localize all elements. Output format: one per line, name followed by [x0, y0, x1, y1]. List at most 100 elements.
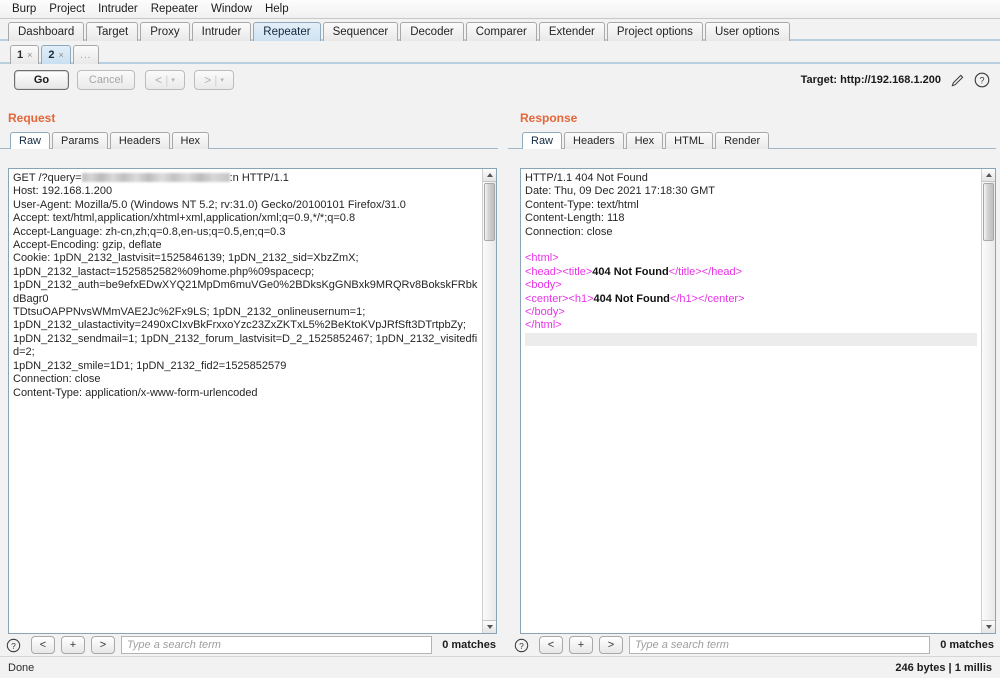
scrollbar-thumb[interactable] — [484, 183, 495, 241]
forward-button[interactable]: > | ▾ — [194, 70, 234, 90]
tab-project-options[interactable]: Project options — [606, 22, 703, 41]
scroll-down-button[interactable] — [982, 620, 995, 633]
pencil-icon[interactable] — [950, 73, 965, 88]
response-editor-wrap: HTTP/1.1 404 Not Found Date: Thu, 09 Dec … — [520, 168, 996, 634]
request-line: Accept: text/html,application/xhtml+xml,… — [13, 212, 356, 225]
response-tab-html[interactable]: HTML — [665, 132, 714, 149]
response-tab-raw[interactable]: Raw — [522, 132, 563, 149]
response-tab-hex[interactable]: Hex — [625, 132, 664, 149]
tab-sequencer[interactable]: Sequencer — [322, 22, 399, 41]
html-tag: </h1></center> — [669, 292, 745, 305]
request-tab-raw[interactable]: Raw — [10, 132, 51, 149]
request-editor[interactable]: GET /?query=:n HTTP/1.1 Host: 192.168.1.2… — [9, 169, 482, 633]
search-prev-button[interactable]: < — [539, 636, 563, 654]
go-button[interactable]: Go — [14, 70, 69, 90]
menu-item-window[interactable]: Window — [205, 1, 258, 17]
response-header-line: Connection: close — [525, 225, 613, 238]
response-search-bar: ? < + > Type a search term 0 matches — [508, 634, 1000, 656]
response-body-line: <body> — [525, 279, 977, 292]
response-header-line: Date: Thu, 09 Dec 2021 17:18:30 GMT — [525, 185, 715, 198]
request-tab-bar: Raw Params Headers Hex — [0, 128, 502, 149]
help-icon[interactable]: ? — [514, 638, 529, 653]
tab-target[interactable]: Target — [86, 22, 139, 41]
scroll-down-button[interactable] — [483, 620, 496, 633]
response-tab-render[interactable]: Render — [715, 132, 770, 149]
html-tag: <html> — [525, 252, 559, 265]
status-bar: Done 246 bytes | 1 millis — [0, 656, 1000, 678]
tab-comparer[interactable]: Comparer — [465, 22, 537, 41]
tab-decoder[interactable]: Decoder — [400, 22, 464, 41]
response-editor[interactable]: HTTP/1.1 404 Not Found Date: Thu, 09 Dec … — [521, 169, 981, 633]
repeater-tab-1-label: 1 — [17, 49, 24, 61]
repeater-tab-1[interactable]: 1 × — [10, 45, 40, 64]
menu-item-project[interactable]: Project — [43, 1, 91, 17]
request-match-count: 0 matches — [442, 639, 496, 651]
response-scrollbar[interactable] — [981, 169, 995, 633]
menu-item-burp[interactable]: Burp — [6, 1, 42, 17]
menu-item-help[interactable]: Help — [259, 1, 295, 17]
tab-dashboard[interactable]: Dashboard — [8, 22, 85, 41]
close-icon[interactable]: × — [27, 50, 32, 60]
repeater-tab-new[interactable]: ... — [72, 45, 99, 64]
response-tab-headers[interactable]: Headers — [564, 132, 624, 149]
request-tab-params[interactable]: Params — [52, 132, 108, 149]
repeater-tab-2-label: 2 — [48, 49, 55, 61]
search-prev-button[interactable]: < — [31, 636, 55, 654]
request-line: 1pDN_2132_auth=be9efxEDwXYQ21MpDm6muVGe0… — [13, 279, 478, 305]
help-icon[interactable]: ? — [974, 72, 990, 88]
html-tag: <head><title> — [525, 265, 593, 278]
repeater-tab-2[interactable]: 2 × — [41, 45, 71, 64]
request-scrollbar[interactable] — [482, 169, 496, 633]
search-add-button[interactable]: + — [569, 636, 593, 654]
status-text: Done — [8, 661, 35, 674]
request-pane: Request Raw Params Headers Hex GET /?que… — [0, 106, 502, 634]
tab-intruder[interactable]: Intruder — [191, 22, 252, 41]
response-header-line: HTTP/1.1 404 Not Found — [525, 172, 648, 184]
request-tab-hex[interactable]: Hex — [171, 132, 210, 149]
search-next-button[interactable]: > — [599, 636, 623, 654]
response-search-input[interactable]: Type a search term — [629, 636, 931, 654]
repeater-tab-bar: 1 × 2 × ... — [0, 41, 1000, 64]
html-tag: </html> — [525, 319, 562, 332]
request-line: Accept-Encoding: gzip, deflate — [13, 239, 162, 252]
repeater-toolbar: Go Cancel < | ▾ > | ▾ Target: http://192… — [0, 64, 1000, 96]
scroll-up-button[interactable] — [483, 169, 496, 182]
request-line: 1pDN_2132_sendmail=1; 1pDN_2132_forum_la… — [13, 332, 478, 359]
request-line: Content-Type: application/x-www-form-url… — [13, 386, 258, 399]
tab-user-options[interactable]: User options — [704, 22, 790, 41]
back-arrow-icon: < — [155, 73, 163, 87]
html-text: 404 Not Found — [593, 292, 670, 305]
scrollbar-track[interactable] — [982, 182, 995, 620]
response-title: Response — [520, 111, 578, 125]
response-highlighted-line[interactable] — [525, 332, 977, 347]
tab-extender[interactable]: Extender — [538, 22, 605, 41]
request-tab-headers[interactable]: Headers — [109, 132, 170, 149]
close-icon[interactable]: × — [59, 50, 64, 60]
request-line: Cookie: 1pDN_2132_lastvisit=1525846139; … — [13, 252, 359, 265]
request-search-input[interactable]: Type a search term — [121, 636, 433, 654]
search-add-button[interactable]: + — [61, 636, 85, 654]
response-pane: Response Raw Headers Hex HTML Render HTT… — [508, 106, 1000, 634]
chevron-down-icon[interactable]: ▾ — [171, 76, 175, 84]
response-header-line: Content-Length: 118 — [525, 212, 625, 225]
help-icon[interactable]: ? — [6, 638, 21, 653]
cancel-button[interactable]: Cancel — [77, 70, 135, 90]
triangle-up-icon — [486, 173, 493, 177]
triangle-down-icon — [486, 625, 493, 629]
scroll-up-button[interactable] — [982, 169, 995, 182]
html-tag: </title></head> — [668, 265, 743, 278]
scrollbar-thumb[interactable] — [983, 183, 994, 241]
back-button[interactable]: < | ▾ — [145, 70, 185, 90]
menu-item-repeater[interactable]: Repeater — [145, 1, 204, 17]
tab-proxy[interactable]: Proxy — [140, 22, 190, 41]
scrollbar-track[interactable] — [483, 182, 496, 620]
chevron-down-icon[interactable]: ▾ — [220, 76, 224, 84]
response-header-line: Content-Type: text/html — [525, 198, 639, 211]
request-title: Request — [8, 111, 56, 125]
request-line: Connection: close — [13, 373, 101, 386]
request-line: 1pDN_2132_ulastactivity=2490xCIxvBkFrxxo… — [13, 319, 466, 332]
menu-item-intruder[interactable]: Intruder — [92, 1, 144, 17]
request-line: 1pDN_2132_lastact=1525852582%09home.php%… — [13, 265, 315, 278]
tab-repeater[interactable]: Repeater — [253, 22, 321, 41]
search-next-button[interactable]: > — [91, 636, 115, 654]
